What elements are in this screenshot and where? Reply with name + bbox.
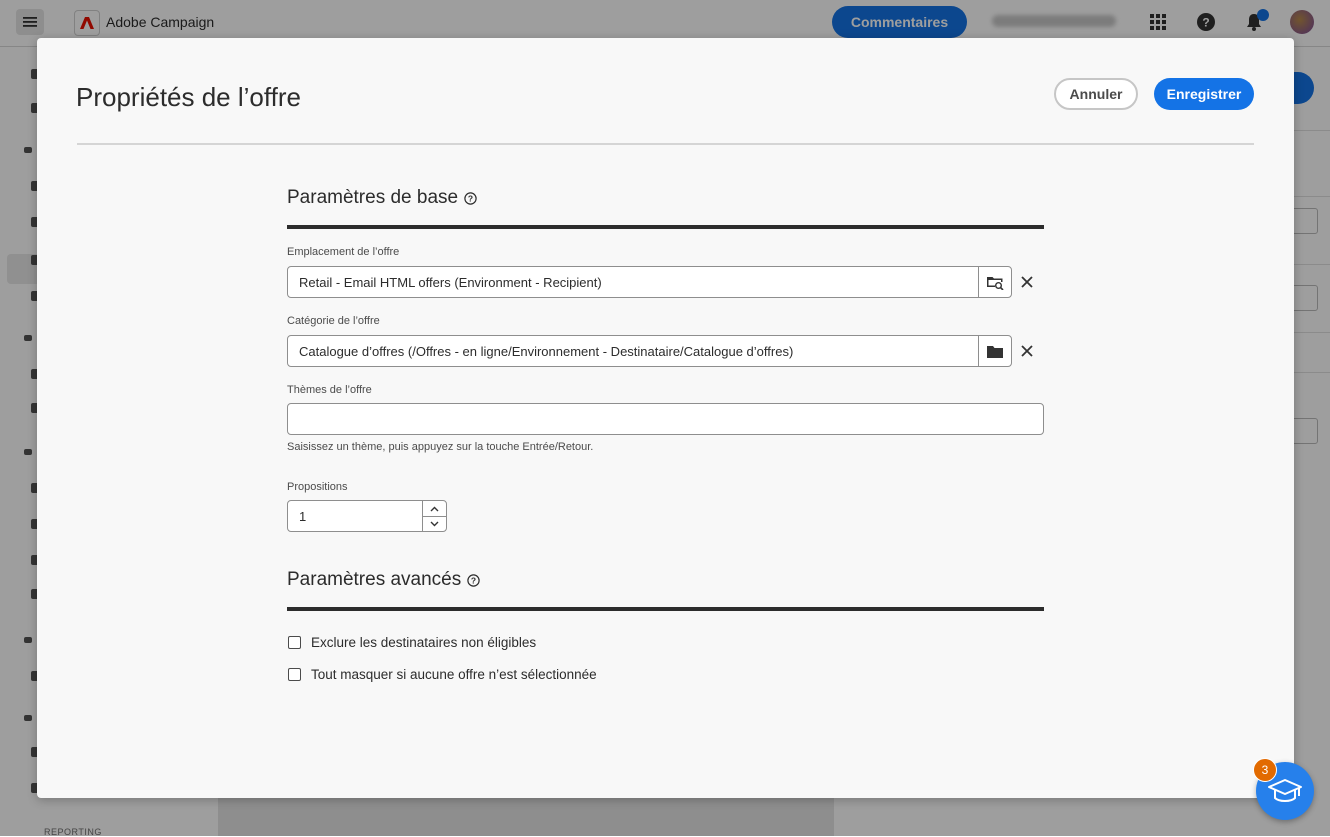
- decrement-button[interactable]: [423, 516, 446, 531]
- help-circle-icon[interactable]: ?: [467, 573, 480, 587]
- themes-input[interactable]: [287, 403, 1044, 435]
- hide-all-checkbox[interactable]: [288, 668, 301, 681]
- propositions-input[interactable]: 1: [287, 500, 423, 532]
- svg-text:?: ?: [471, 575, 476, 585]
- learning-badge: 3: [1253, 758, 1277, 782]
- category-field[interactable]: Catalogue d’offres (/Offres - en ligne/E…: [287, 335, 979, 367]
- hide-all-label: Tout masquer si aucune offre n’est sélec…: [311, 667, 597, 682]
- graduation-cap-icon: [1268, 779, 1302, 802]
- exclude-ineligible-option[interactable]: Exclure les destinataires non éligibles: [288, 635, 536, 650]
- increment-button[interactable]: [423, 501, 446, 517]
- offer-properties-dialog: Propriétés de l’offre Annuler Enregistre…: [37, 38, 1294, 798]
- svg-text:?: ?: [468, 193, 473, 203]
- propositions-label: Propositions: [287, 481, 348, 493]
- placement-label: Emplacement de l’offre: [287, 246, 400, 258]
- help-circle-icon[interactable]: ?: [464, 191, 477, 205]
- chevron-up-icon: [430, 506, 439, 511]
- clear-placement-button[interactable]: [1017, 272, 1037, 292]
- title-divider: [77, 143, 1254, 145]
- advanced-settings-title: Paramètres avancés: [287, 569, 462, 590]
- close-icon: [1021, 345, 1033, 357]
- basic-settings-title: Paramètres de base: [287, 187, 459, 208]
- cancel-button[interactable]: Annuler: [1054, 78, 1138, 110]
- hide-all-option[interactable]: Tout masquer si aucune offre n’est sélec…: [288, 667, 597, 682]
- save-button[interactable]: Enregistrer: [1154, 78, 1254, 110]
- advanced-settings-heading: Paramètres avancés ?: [287, 569, 480, 591]
- themes-label: Thèmes de l’offre: [287, 384, 372, 396]
- basic-settings-heading: Paramètres de base ?: [287, 187, 477, 209]
- browse-category-button[interactable]: [978, 335, 1012, 367]
- propositions-stepper: [422, 500, 447, 532]
- close-icon: [1021, 276, 1033, 288]
- dialog-title: Propriétés de l’offre: [76, 82, 301, 112]
- category-label: Catégorie de l’offre: [287, 315, 380, 327]
- browse-placement-button[interactable]: [978, 266, 1012, 298]
- clear-category-button[interactable]: [1017, 341, 1037, 361]
- folder-icon: [987, 345, 1003, 358]
- section-rule: [287, 607, 1044, 611]
- exclude-ineligible-label: Exclure les destinataires non éligibles: [311, 635, 537, 650]
- chevron-down-icon: [430, 521, 439, 526]
- exclude-ineligible-checkbox[interactable]: [288, 636, 301, 649]
- placement-field[interactable]: Retail - Email HTML offers (Environment …: [287, 266, 979, 298]
- section-rule: [287, 225, 1044, 229]
- themes-help-text: Saisissez un thème, puis appuyez sur la …: [287, 441, 594, 453]
- folder-search-icon: [987, 277, 1004, 290]
